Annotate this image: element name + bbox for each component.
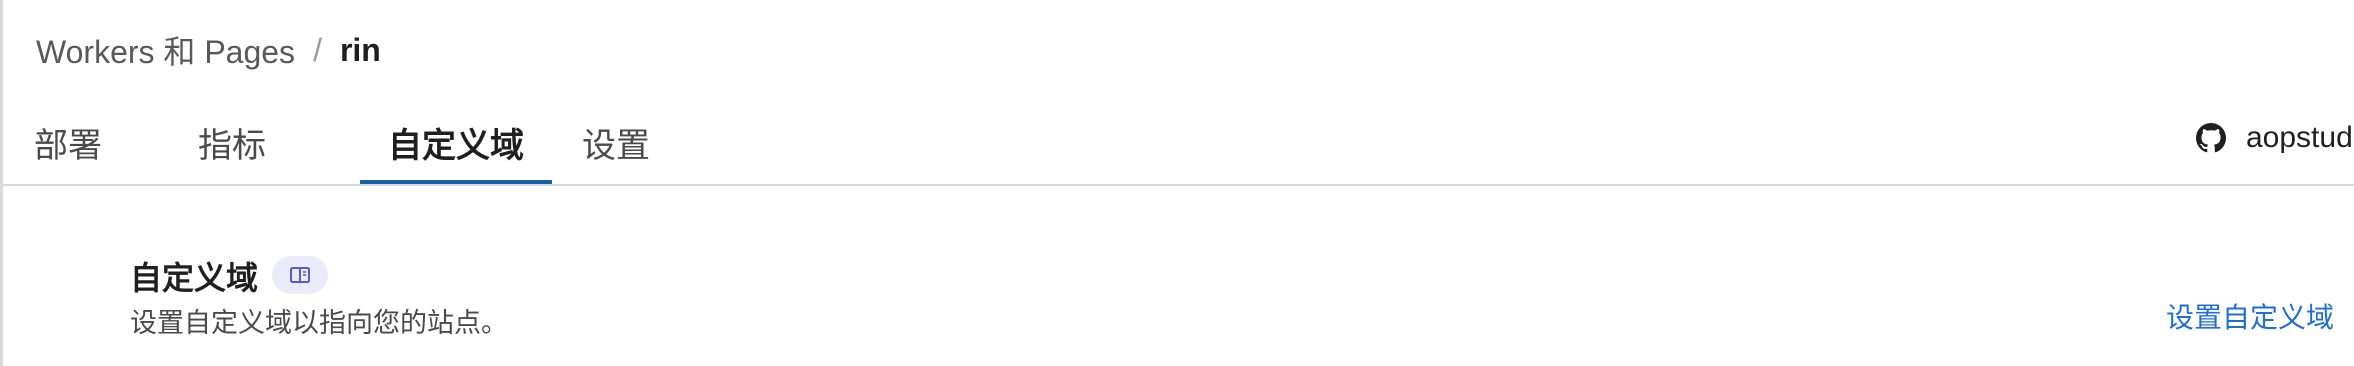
book-icon bbox=[290, 267, 310, 283]
section-description: 设置自定义域以指向您的站点。 bbox=[130, 307, 508, 338]
breadcrumb-parent-link[interactable]: Workers 和 Pages bbox=[36, 27, 295, 73]
tab-metrics[interactable]: 指标 bbox=[198, 100, 266, 184]
section-title: 自定义域 bbox=[130, 260, 259, 296]
tab-settings[interactable]: 设置 bbox=[582, 100, 650, 184]
breadcrumb-current: rin bbox=[339, 31, 381, 68]
repo-link[interactable]: aopstud bbox=[2196, 118, 2353, 158]
tab-custom-domains[interactable]: 自定义域 bbox=[360, 100, 552, 184]
tab-bar: 部署 指标 自定义域 设置 bbox=[0, 100, 650, 184]
github-icon bbox=[2196, 123, 2226, 153]
setup-custom-domain-link[interactable]: 设置自定义域 bbox=[2166, 298, 2334, 334]
tab-deployments[interactable]: 部署 bbox=[34, 100, 102, 184]
repo-name: aopstud bbox=[2246, 121, 2353, 154]
tab-divider bbox=[0, 184, 2354, 186]
docs-button[interactable] bbox=[272, 256, 328, 294]
breadcrumb-separator: / bbox=[313, 31, 322, 68]
breadcrumb: Workers 和 Pages / rin bbox=[36, 28, 381, 72]
